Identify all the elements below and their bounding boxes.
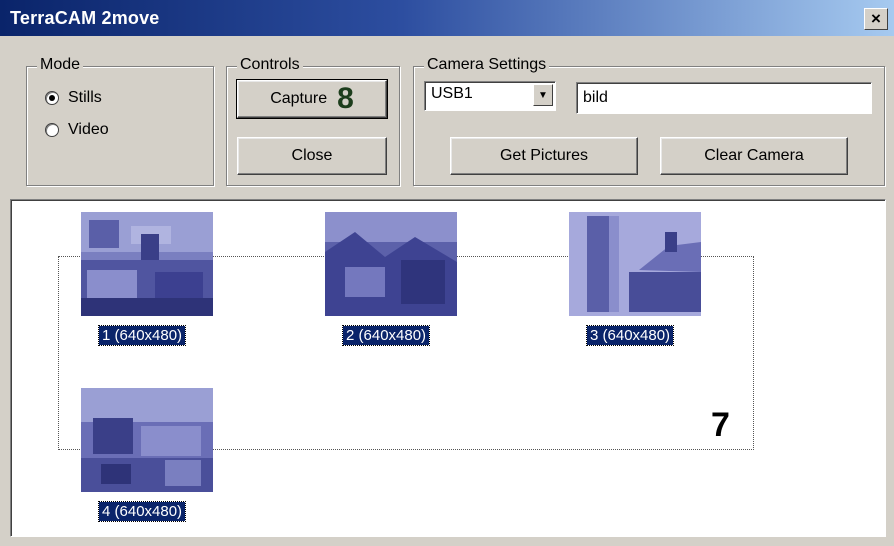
gallery-callout-number: 7 <box>711 406 730 444</box>
video-radio[interactable] <box>45 123 59 137</box>
photo-thumbnail-image <box>569 212 701 316</box>
thumbnail-caption-2[interactable]: 2 (640x480) <box>341 325 431 346</box>
close-window-button[interactable]: × <box>864 8 888 30</box>
photo-thumbnail-image <box>325 212 457 316</box>
video-label: Video <box>68 121 109 138</box>
mode-option-video[interactable]: Video <box>45 119 109 141</box>
capture-callout-number: 8 <box>337 82 354 115</box>
photo-thumbnail-image <box>81 212 213 316</box>
thumbnail-caption-1[interactable]: 1 (640x480) <box>97 325 187 346</box>
image-gallery[interactable]: 1 (640x480) 2 (640x480) 3 (640x480) 4 (6… <box>10 199 886 537</box>
photo-thumbnail-image <box>81 388 213 492</box>
close-icon: × <box>871 9 881 28</box>
clear-camera-label: Clear Camera <box>704 147 804 164</box>
mode-group-label: Mode <box>37 56 84 74</box>
thumbnail-caption-3[interactable]: 3 (640x480) <box>585 325 675 346</box>
close-button-label: Close <box>291 147 333 164</box>
capture-button-label: Capture <box>270 90 328 107</box>
camera-settings-group: Camera Settings USB1 ▼ Get Pictures Clea… <box>413 56 885 186</box>
camera-settings-group-label: Camera Settings <box>424 56 550 74</box>
window-title: TerraCAM 2move <box>10 8 160 28</box>
thumbnail-4[interactable] <box>81 388 213 492</box>
chevron-down-icon[interactable]: ▼ <box>533 84 553 106</box>
port-select[interactable]: USB1 ▼ <box>424 81 556 111</box>
stills-label: Stills <box>68 89 102 106</box>
clear-camera-button[interactable]: Clear Camera <box>660 137 848 175</box>
mode-option-stills[interactable]: Stills <box>45 87 102 109</box>
get-pictures-button[interactable]: Get Pictures <box>450 137 638 175</box>
controls-group: Controls Capture 8 Close <box>226 56 400 186</box>
stills-radio[interactable] <box>45 91 59 105</box>
capture-button[interactable]: Capture 8 <box>236 79 388 119</box>
close-button[interactable]: Close <box>237 137 387 175</box>
thumbnail-1[interactable] <box>81 212 213 316</box>
mode-group: Mode Stills Video <box>26 56 214 186</box>
get-pictures-label: Get Pictures <box>499 147 589 164</box>
thumbnail-3[interactable] <box>569 212 701 316</box>
thumbnail-2[interactable] <box>325 212 457 316</box>
filename-input[interactable] <box>576 82 872 114</box>
controls-group-label: Controls <box>237 56 303 74</box>
port-select-value: USB1 <box>431 85 473 102</box>
title-bar: TerraCAM 2move × <box>0 0 894 36</box>
thumbnail-caption-4[interactable]: 4 (640x480) <box>97 501 187 522</box>
